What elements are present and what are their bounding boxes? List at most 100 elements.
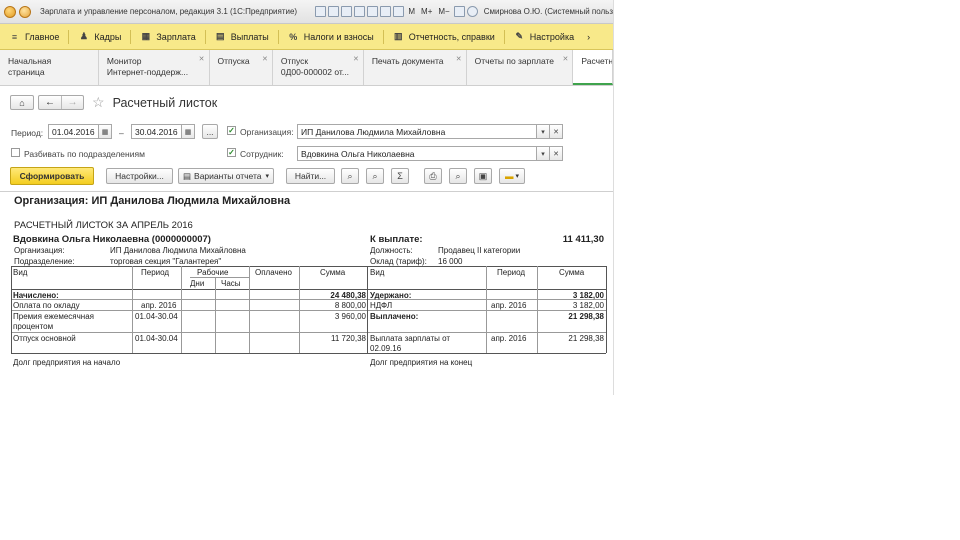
wrench-icon: ✎ [515, 31, 524, 41]
table-row-sum-right: 21 298,38 [568, 334, 604, 343]
close-icon[interactable]: ✕ [199, 54, 205, 65]
table-row-period: 01.04-30.04 [135, 334, 178, 343]
col-line [367, 266, 368, 353]
clear-icon[interactable]: ✕ [549, 124, 563, 139]
employee-input[interactable]: Вдовкина Ольга Николаевна [297, 146, 537, 161]
reports-icon: ▥ [393, 31, 403, 41]
table-row-period: апр. 2016 [141, 301, 177, 310]
split-departments-checkbox[interactable] [11, 148, 20, 157]
tab-home[interactable]: Начальная страница [0, 50, 99, 85]
calendar-icon[interactable]: ▦ [181, 124, 195, 139]
percent-icon: % [289, 31, 298, 42]
section-salary[interactable]: ▦ Зарплата [131, 24, 204, 49]
calculator-icon[interactable] [380, 6, 392, 17]
print-icon[interactable]: ⎙ [424, 168, 442, 184]
header-type: Вид [13, 268, 28, 277]
table-row-type: Оплата по окладу [13, 301, 80, 310]
document-icon[interactable] [315, 6, 327, 17]
clear-icon[interactable]: ✕ [549, 146, 563, 161]
section-label: Отчетность, справки [408, 31, 495, 42]
tab-vacation-doc[interactable]: ✕ Отпуск 0Д00-000002 от... [272, 50, 364, 85]
chevron-right-icon: › [587, 31, 591, 42]
chevron-down-icon: ▾ [265, 173, 270, 180]
table-row-period-right: апр. 2016 [491, 334, 527, 343]
calendar-icon[interactable]: ▦ [98, 124, 112, 139]
sum-icon[interactable]: Σ [391, 168, 409, 184]
save-icon[interactable]: ▣ [474, 168, 492, 184]
favorite-icon[interactable] [354, 6, 366, 17]
report-variants-button[interactable]: ▤ Варианты отчета ▾ [178, 168, 274, 184]
home-button[interactable]: ⌂ [10, 95, 34, 110]
print-icon[interactable] [328, 6, 340, 17]
accrued-label: Начислено: [13, 291, 59, 300]
section-settings[interactable]: ✎ Настройка [505, 24, 583, 49]
find-button[interactable]: Найти... [286, 168, 335, 184]
info-icon[interactable] [453, 6, 465, 17]
organization-label: Организация: [240, 127, 294, 137]
tab-salary-reports[interactable]: ✕ Отчеты по зарплате [466, 50, 574, 85]
paid-label: Выплачено: [370, 312, 419, 321]
table-row-sum-right: 3 182,00 [572, 301, 604, 310]
generate-button[interactable]: Сформировать [10, 167, 94, 185]
tab-monitor[interactable]: ✕ Монитор Интернет-поддерж... [98, 50, 210, 85]
section-main[interactable]: ≡ Главное [0, 24, 68, 49]
preview-icon[interactable] [341, 6, 353, 17]
title-toolbar: M M+ M− Смирнова О.Ю. (Системный польз [315, 6, 613, 17]
col-line [606, 266, 607, 353]
history-nav: ← → [38, 95, 84, 110]
section-reports[interactable]: ▥ Отчетность, справки [384, 24, 504, 49]
organization-input[interactable]: ИП Данилова Людмила Михайловна [297, 124, 537, 139]
close-icon[interactable]: ✕ [456, 54, 462, 65]
search-icon[interactable]: ⌕ [341, 168, 359, 184]
col-line [249, 266, 250, 353]
section-personnel[interactable]: ♟ Кадры [69, 24, 130, 49]
period-label: Период: [11, 128, 44, 138]
report-title: РАСЧЕТНЫЙ ЛИСТОК ЗА АПРЕЛЬ 2016 [14, 220, 193, 231]
calendar-icon[interactable] [393, 6, 405, 17]
period-select-button[interactable]: ... [202, 124, 218, 139]
header-type-right: Вид [370, 268, 385, 277]
main-menu-icon[interactable] [19, 5, 31, 18]
history-icon[interactable] [367, 6, 379, 17]
forward-arrow-icon[interactable]: → [61, 96, 83, 109]
app-window: Зарплата и управление персоналом, редакц… [0, 0, 614, 395]
employee-checkbox[interactable]: ✓ [227, 148, 236, 157]
dropdown-icon[interactable]: ▾ [536, 124, 550, 139]
close-icon[interactable]: ✕ [353, 54, 359, 65]
favorite-star-icon[interactable]: ☆ [92, 94, 105, 111]
settings-button[interactable]: Настройки... [106, 168, 173, 184]
close-icon[interactable]: ✕ [262, 54, 268, 65]
back-arrow-icon[interactable]: ← [39, 96, 61, 109]
table-border-top [11, 266, 606, 267]
dropdown-icon[interactable]: ▾ [536, 146, 550, 161]
organization-checkbox[interactable]: ✓ [227, 126, 236, 135]
chevron-down-icon: ▾ [515, 173, 519, 180]
section-payments[interactable]: ▤ Выплаты [206, 24, 278, 49]
tab-vacations[interactable]: ✕ Отпуска [209, 50, 273, 85]
tab-payslip[interactable]: Расчетный л [573, 50, 613, 85]
app-logo-icon [4, 5, 16, 18]
report-organization-heading: Организация: ИП Данилова Людмила Михайло… [14, 195, 291, 207]
table-row-type-right: Выплата зарплаты от 02.09.16 [370, 334, 451, 353]
memory-plus-button[interactable]: M+ [421, 7, 432, 16]
section-label: Выплаты [230, 31, 269, 42]
print-preview-icon[interactable]: ⌕ [449, 168, 467, 184]
row-line [11, 310, 606, 311]
more-actions-button[interactable]: ▬ ▾ [499, 168, 525, 184]
close-icon[interactable]: ✕ [562, 54, 568, 65]
to-pay-label: К выплате: [370, 234, 423, 245]
employee-label: Сотрудник: [240, 149, 284, 159]
header-period-right: Период [497, 268, 526, 277]
title-bar: Зарплата и управление персоналом, редакц… [0, 0, 613, 24]
split-departments-label: Разбивать по подразделениям [24, 149, 145, 159]
window-title: Зарплата и управление персоналом, редакц… [40, 7, 298, 16]
position-label: Должность: [370, 246, 413, 255]
tab-print-document[interactable]: ✕ Печать документа [363, 50, 467, 85]
search-next-icon[interactable]: ⌕ [366, 168, 384, 184]
memory-minus-button[interactable]: M− [438, 7, 449, 16]
memory-button[interactable]: M [408, 7, 415, 16]
withheld-label: Удержано: [370, 291, 412, 300]
sections-scroll-right[interactable]: › [583, 24, 594, 49]
report-area: Организация: ИП Данилова Людмила Михайло… [0, 191, 613, 395]
section-taxes[interactable]: % Налоги и взносы [279, 24, 383, 49]
